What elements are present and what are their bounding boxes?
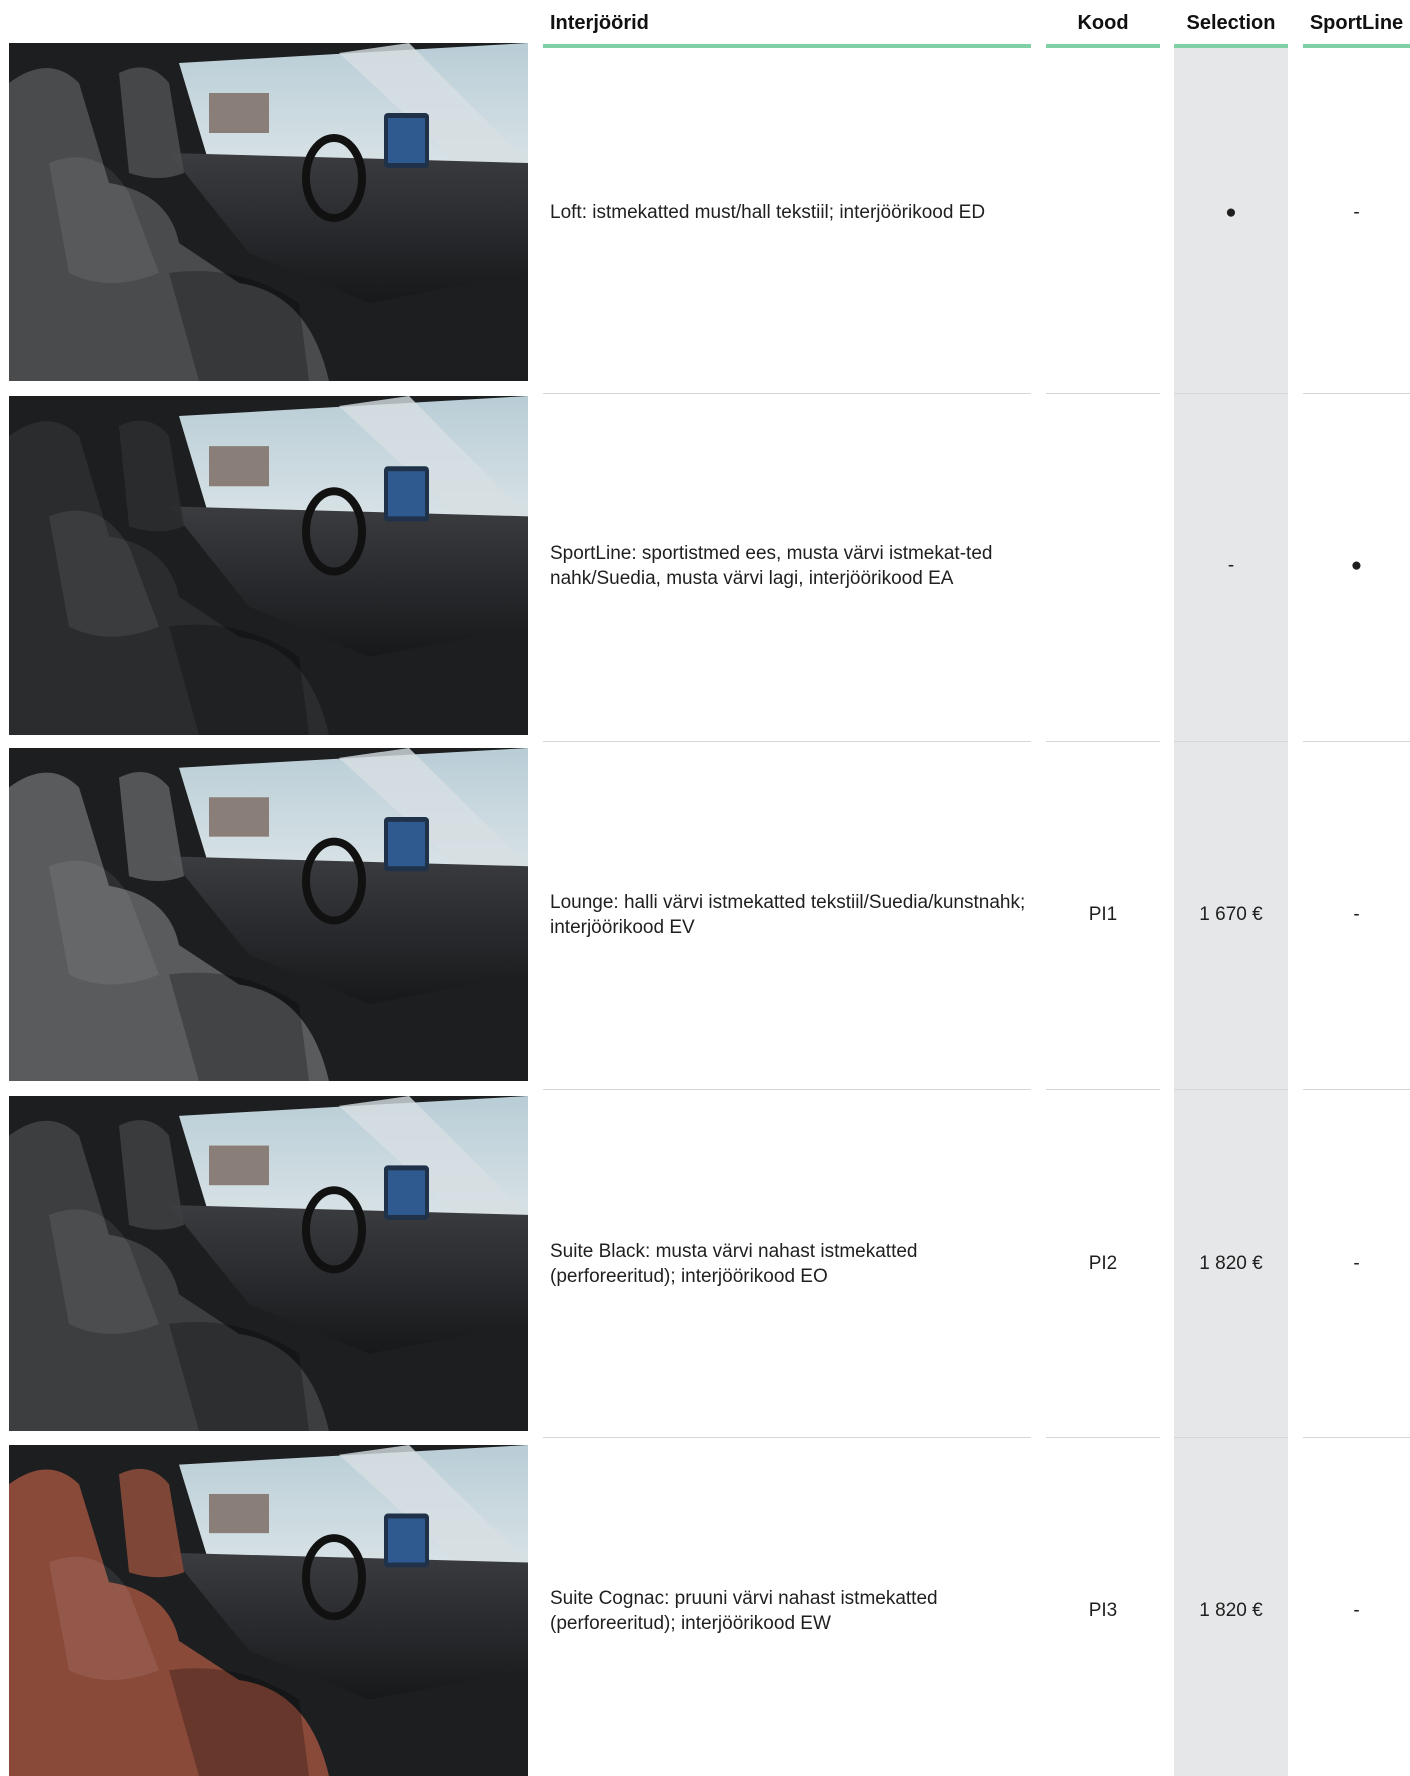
car-interior-illustration [9,43,528,381]
row-divider [543,393,1031,394]
header-sportline: SportLine [1303,0,1410,48]
row-divider [543,1437,1031,1438]
row-divider [1046,1089,1160,1090]
table-row: Loft: istmekatted must/hall tekstiil; in… [0,43,1410,394]
interior-photo [9,748,528,1081]
row-divider [1046,1437,1160,1438]
interior-description: Suite Black: musta värvi nahast istmekat… [550,1240,918,1287]
interior-description: Lounge: halli värvi istmekatted tekstiil… [550,891,1026,938]
option-code: PI1 [1088,904,1118,925]
option-code: PI3 [1088,1600,1118,1621]
row-divider [543,1089,1031,1090]
interior-description: Suite Cognac: pruuni värvi nahast istmek… [550,1587,938,1634]
selection-value: 1 820 € [1199,1600,1263,1621]
table-row: Suite Cognac: pruuni värvi nahast istmek… [0,1445,1410,1776]
row-divider [1174,741,1288,742]
row-divider [1303,393,1410,394]
row-divider [1174,1437,1288,1438]
car-interior-illustration [9,1445,528,1776]
row-divider [1303,741,1410,742]
row-divider [1174,393,1288,394]
sportline-value: ● [1350,555,1363,576]
interior-photo [9,1096,528,1431]
interior-photo [9,1445,528,1776]
interior-description: Loft: istmekatted must/hall tekstiil; in… [550,201,986,223]
header-interiors: Interjöörid [543,0,1031,48]
car-interior-illustration [9,396,528,735]
interior-description: SportLine: sportistmed ees, musta värvi … [550,542,993,589]
sportline-value: - [1353,1600,1360,1621]
interior-photo [9,43,528,381]
selection-value: - [1227,555,1235,576]
row-divider [1303,1089,1410,1090]
table-row: Lounge: halli värvi istmekatted tekstiil… [0,748,1410,1090]
row-divider [1046,741,1160,742]
sportline-value: - [1353,1253,1360,1274]
interior-photo [9,396,528,735]
table-row: SportLine: sportistmed ees, musta värvi … [0,396,1410,742]
option-code [1046,396,1160,735]
table-header: Interjöörid Kood Selection SportLine [0,0,1410,48]
selection-value: 1 820 € [1199,1253,1263,1274]
row-divider [1046,393,1160,394]
header-code: Kood [1046,0,1160,48]
option-code [1046,43,1160,381]
header-selection: Selection [1174,0,1288,48]
selection-value: 1 670 € [1199,904,1263,925]
option-code: PI2 [1088,1253,1118,1274]
sportline-value: - [1353,201,1360,223]
sportline-value: - [1353,904,1360,925]
row-divider [1174,1089,1288,1090]
selection-value: ● [1225,201,1237,223]
row-divider [1303,1437,1410,1438]
row-divider [543,741,1031,742]
car-interior-illustration [9,1096,528,1431]
car-interior-illustration [9,748,528,1081]
table-row: Suite Black: musta värvi nahast istmekat… [0,1096,1410,1438]
